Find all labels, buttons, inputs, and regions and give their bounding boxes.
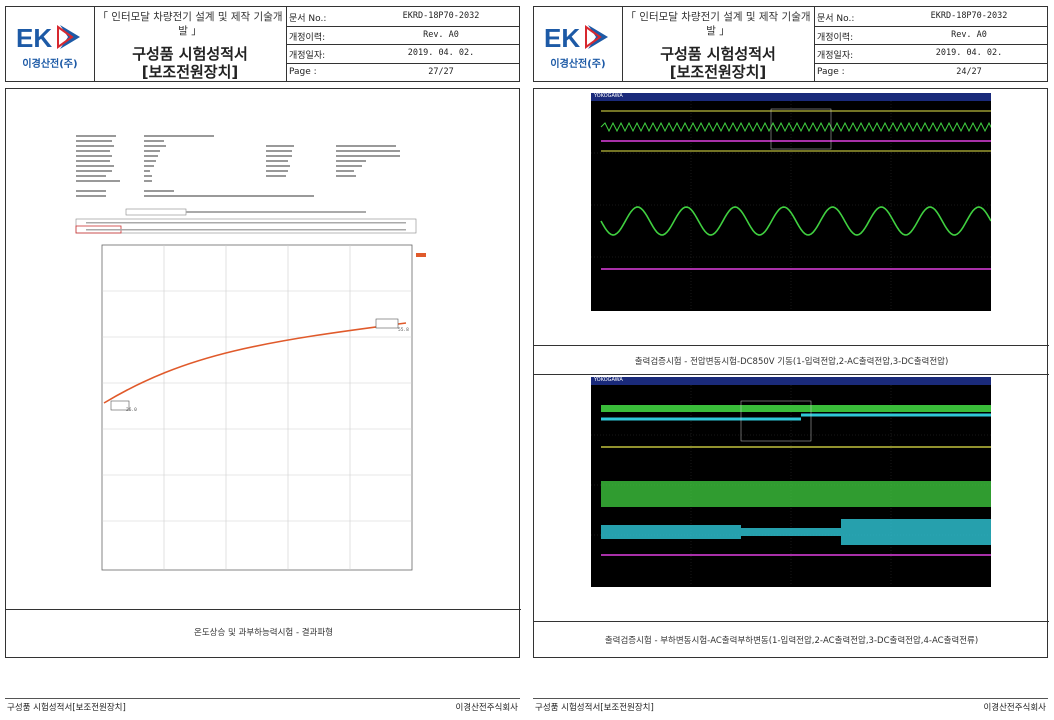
caption-row-bottom: 출력검증시험 - 부하변동시험-AC출력부하변동(1-입력전압,2-AC출력전압… (534, 621, 1049, 658)
document-title-cell: 「 인터모달 차량전기 설계 및 제작 기술개발 」 구성품 시험성적서 [보조… (94, 7, 287, 81)
meta-key: Page : (289, 66, 317, 77)
project-title: 「 인터모달 차량전기 설계 및 제작 기술개발 」 (97, 11, 283, 37)
document-page-right: EK 이경산전(주) 「 인터모달 차량전기 설계 및 제작 기술개발 」 구성… (533, 6, 1049, 713)
meta-value: EKRD-18P70-2032 (402, 11, 480, 21)
page-footer: 구성품 시험성적서[보조전원장치] 이경산전주식회사 (533, 698, 1048, 713)
oscilloscope-capture-top: YOKOGAWA (591, 93, 991, 341)
footer-company: 이경산전주식회사 (455, 703, 518, 713)
document-meta: 문서 No.: EKRD-18P70-2032 개정이력: Rev. A0 개정일자… (286, 7, 519, 81)
meta-row-date: 개정일자: 2019. 04. 02. (286, 44, 519, 64)
trace-ac-output (600, 206, 991, 236)
scope-title-bar: YOKOGAWA (591, 377, 991, 385)
caption-row-top: 출력검증시험 - 전압변동시험-DC850V 기동(1-입력전압,2-AC출력전… (534, 345, 1049, 375)
meta-value: Rev. A0 (423, 29, 459, 40)
svg-text:EK: EK (544, 23, 580, 51)
company-name: 이경산전(주) (22, 59, 78, 70)
document-title-line2: [보조전원장치] (141, 63, 239, 81)
company-logo: EK 이경산전(주) (534, 7, 623, 81)
caption-row: 온도상승 및 과부하능력시험 - 결과파형 (6, 609, 521, 658)
end-marker-value: 55.8 (398, 328, 409, 333)
meta-value: 27/27 (428, 66, 454, 77)
footer-doc-name: 구성품 시험성적서[보조전원장치] (7, 703, 126, 713)
meta-row-page: Page : 27/27 (286, 63, 519, 82)
page-footer: 구성품 시험성적서[보조전원장치] 이경산전주식회사 (5, 698, 520, 713)
scope-brand: YOKOGAWA (594, 93, 623, 99)
document-title: 구성품 시험성적서 [보조전원장치] (94, 45, 286, 81)
meta-value: 24/27 (956, 66, 982, 77)
meta-row-date: 개정일자: 2019. 04. 02. (814, 44, 1047, 64)
figure-caption-top: 출력검증시험 - 전압변동시험-DC850V 기동(1-입력전압,2-AC출력전… (634, 357, 949, 367)
document-title-line1: 구성품 시험성적서 (660, 45, 776, 63)
meta-value: 2019. 04. 02. (407, 48, 475, 58)
meta-key: Page : (817, 66, 845, 77)
figure-box: 26.0 55.8 온도상승 및 과부하능력시험 - 결과파형 (5, 88, 521, 658)
oscilloscope-capture-bottom: YOKOGAWA (591, 377, 991, 617)
document-title-line2: [보조전원장치] (669, 63, 767, 81)
meta-key: 문서 No.: (817, 14, 855, 24)
company-logo: EK 이경산전(주) (6, 7, 95, 81)
start-marker-value: 26.0 (126, 408, 137, 413)
company-name: 이경산전(주) (550, 59, 606, 70)
figure-box: YOKOGAWA 출력검증시험 - 전압변동시험-DC850V 기동(1-입력전… (533, 88, 1049, 658)
scope-brand: YOKOGAWA (594, 377, 623, 383)
meta-row-doc-no: 문서 No.: EKRD-18P70-2032 (286, 7, 519, 27)
meta-value: 2019. 04. 02. (935, 48, 1003, 58)
temperature-trend-chart: 26.0 55.8 (84, 239, 429, 584)
scope-measurements (591, 311, 991, 341)
document-title-line1: 구성품 시험성적서 (132, 45, 248, 63)
svg-text:EK: EK (16, 23, 52, 51)
meta-row-revision: 개정이력: Rev. A0 (286, 26, 519, 45)
document-title: 구성품 시험성적서 [보조전원장치] (622, 45, 814, 81)
meta-key: 개정이력: (289, 32, 326, 43)
legend-swatch (416, 253, 426, 257)
end-marker-box (375, 318, 399, 329)
meta-key: 개정일자: (817, 51, 854, 61)
document-title-cell: 「 인터모달 차량전기 설계 및 제작 기술개발 」 구성품 시험성적서 [보조… (622, 7, 815, 81)
meta-key: 개정일자: (289, 51, 326, 61)
figure-caption-bottom: 출력검증시험 - 부하변동시험-AC출력부하변동(1-입력전압,2-AC출력전압… (604, 636, 979, 646)
header-table: EK 이경산전(주) 「 인터모달 차량전기 설계 및 제작 기술개발 」 구성… (533, 6, 1048, 82)
meta-row-doc-no: 문서 No.: EKRD-18P70-2032 (814, 7, 1047, 27)
project-title: 「 인터모달 차량전기 설계 및 제작 기술개발 」 (625, 11, 811, 37)
footer-company: 이경산전주식회사 (983, 703, 1046, 713)
header-table: EK 이경산전(주) 「 인터모달 차량전기 설계 및 제작 기술개발 」 구성… (5, 6, 520, 82)
meta-value: EKRD-18P70-2032 (930, 11, 1008, 21)
scope-measurements (591, 587, 991, 617)
document-meta: 문서 No.: EKRD-18P70-2032 개정이력: Rev. A0 개정일자… (814, 7, 1047, 81)
meta-row-revision: 개정이력: Rev. A0 (814, 26, 1047, 45)
meta-row-page: Page : 24/27 (814, 63, 1047, 82)
meta-value: Rev. A0 (951, 29, 987, 40)
trace-ch2-top (600, 121, 991, 133)
scope-waveforms (591, 385, 991, 585)
scope-title-bar: YOKOGAWA (591, 93, 991, 101)
document-page-left: EK 이경산전(주) 「 인터모달 차량전기 설계 및 제작 기술개발 」 구성… (5, 6, 521, 713)
footer-doc-name: 구성품 시험성적서[보조전원장치] (535, 703, 654, 713)
figure-caption: 온도상승 및 과부하능력시험 - 결과파형 (194, 628, 333, 638)
meta-key: 개정이력: (817, 32, 854, 43)
scope-waveforms (591, 101, 991, 311)
meta-key: 문서 No.: (289, 14, 327, 24)
